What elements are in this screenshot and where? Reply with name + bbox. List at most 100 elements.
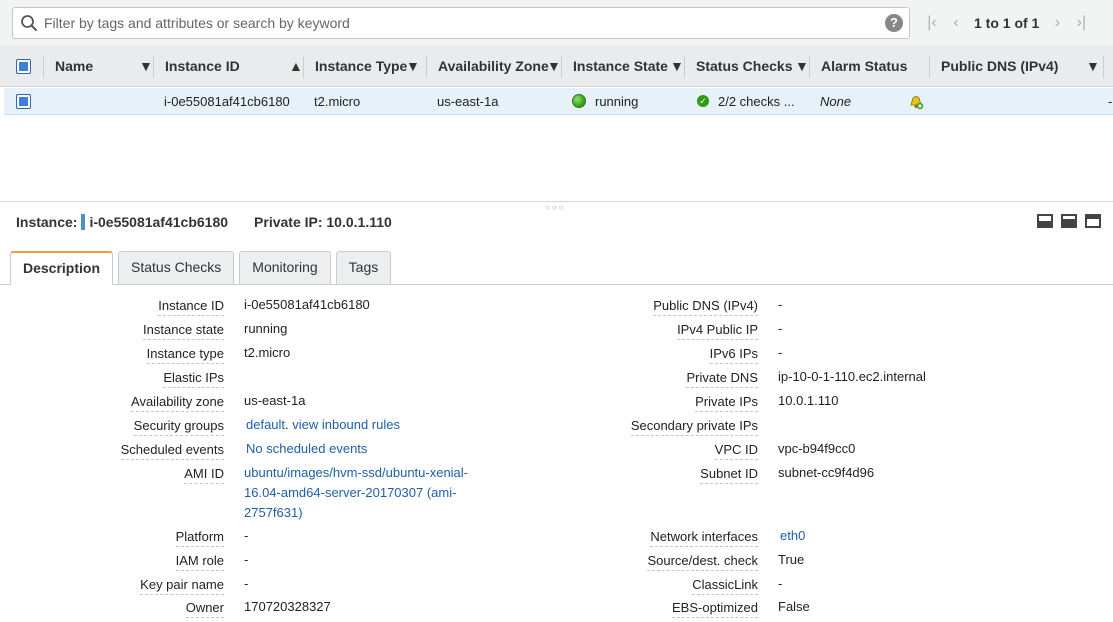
table-header: Name ▼ Instance ID ▲ Instance Type ▼ Ava… xyxy=(0,46,1113,87)
label-ipv6-ips: IPv6 IPs xyxy=(558,346,758,364)
value-platform: - xyxy=(244,528,249,543)
instance-label: Instance: xyxy=(16,214,78,230)
value-classiclink: - xyxy=(778,576,783,591)
view-mode-toggle xyxy=(1037,214,1101,228)
label-elastic-ips: Elastic IPs xyxy=(24,370,224,388)
view-inbound-rules-link[interactable]: view inbound rules xyxy=(292,417,400,432)
label-availability-zone: Availability zone xyxy=(24,394,224,412)
search-input[interactable] xyxy=(44,11,884,35)
column-header-availability-zone[interactable]: Availability Zone xyxy=(438,46,549,87)
pagination: |‹ ‹ 1 to 1 of 1 › ›| xyxy=(920,13,1093,33)
value-private-dns: ip-10-0-1-110.ec2.internal xyxy=(778,369,926,384)
tab-divider xyxy=(0,284,1113,285)
sort-down-icon[interactable]: ▼ xyxy=(1086,46,1100,87)
value-key-pair-name: - xyxy=(244,576,249,591)
column-separator xyxy=(303,56,304,78)
network-interface-link[interactable]: eth0 xyxy=(780,526,805,546)
label-key-pair-name: Key pair name xyxy=(24,577,224,595)
label-subnet-id: Subnet ID xyxy=(558,466,758,484)
value-owner: 170720328327 xyxy=(244,599,331,614)
help-icon[interactable]: ? xyxy=(885,14,903,32)
sort-down-icon[interactable]: ▼ xyxy=(547,46,561,87)
cell-instance-type: t2.micro xyxy=(314,94,361,109)
bottom-pane-icon[interactable] xyxy=(1037,214,1053,228)
value-availability-zone: us-east-1a xyxy=(244,393,306,408)
label-instance-id: Instance ID xyxy=(24,298,224,316)
label-private-ips: Private IPs xyxy=(558,394,758,412)
value-private-ips: 10.0.1.110 xyxy=(778,393,839,408)
column-separator xyxy=(809,56,810,78)
column-header-alarm-status[interactable]: Alarm Status xyxy=(821,46,907,87)
tab-monitoring[interactable]: Monitoring xyxy=(239,251,331,284)
tab-tags[interactable]: Tags xyxy=(335,251,392,284)
cell-alarm-status: None xyxy=(820,94,852,109)
value-ipv6-ips: - xyxy=(778,345,783,360)
column-separator xyxy=(561,56,562,78)
add-alarm-icon[interactable] xyxy=(908,94,924,110)
column-header-instance-id[interactable]: Instance ID xyxy=(165,46,240,87)
first-page-icon[interactable]: |‹ xyxy=(920,13,944,33)
label-platform: Platform xyxy=(24,529,224,547)
label-security-groups: Security groups xyxy=(24,418,224,436)
label-owner: Owner xyxy=(24,600,224,618)
last-page-icon[interactable]: ›| xyxy=(1069,13,1093,33)
search-icon xyxy=(21,15,37,31)
value-source-dest-check: True xyxy=(778,552,805,567)
value-public-dns: - xyxy=(778,297,783,312)
detail-tabs: Description Status Checks Monitoring Tag… xyxy=(10,251,396,285)
value-iam-role: - xyxy=(244,552,249,567)
label-source-dest-check: Source/dest. check xyxy=(558,553,758,571)
sort-down-icon[interactable]: ▼ xyxy=(795,46,809,87)
pager-text: 1 to 1 of 1 xyxy=(974,15,1040,31)
column-header-name[interactable]: Name xyxy=(55,46,93,87)
cell-instance-state: running xyxy=(595,94,639,109)
split-pane-icon[interactable] xyxy=(1061,214,1077,228)
label-ami-id: AMI ID xyxy=(24,466,224,484)
column-header-public-dns[interactable]: Public DNS (IPv4) xyxy=(941,46,1058,87)
column-separator xyxy=(153,56,154,78)
value-instance-type: t2.micro xyxy=(244,345,291,360)
label-network-interfaces: Network interfaces xyxy=(558,529,758,547)
pane-splitter[interactable] xyxy=(0,201,1113,202)
label-ebs-optimized: EBS-optimized xyxy=(558,600,758,618)
sort-up-icon[interactable]: ▲ xyxy=(289,46,303,87)
label-vpc-id: VPC ID xyxy=(558,442,758,460)
column-separator xyxy=(684,56,685,78)
table-row[interactable]: i-0e55081af41cb6180 t2.micro us-east-1a … xyxy=(4,88,1113,115)
ami-id-link[interactable]: ubuntu/images/hvm-ssd/ubuntu-xenial-16.0… xyxy=(244,463,494,523)
label-classiclink: ClassicLink xyxy=(558,577,758,595)
security-group-link[interactable]: default xyxy=(246,417,285,432)
top-pane-icon[interactable] xyxy=(1085,214,1101,228)
running-status-icon xyxy=(572,94,586,108)
detail-title: Instance: i-0e55081af41cb6180 Private IP: … xyxy=(16,213,392,231)
column-separator xyxy=(426,56,427,78)
selection-marker xyxy=(81,214,86,230)
sort-down-icon[interactable]: ▼ xyxy=(406,46,420,87)
label-instance-type: Instance type xyxy=(24,346,224,364)
column-separator xyxy=(43,56,44,78)
check-passed-icon: ✓ xyxy=(697,95,709,107)
cell-status-checks[interactable]: 2/2 checks ... xyxy=(718,88,808,115)
search-box[interactable]: ? xyxy=(12,7,910,39)
label-private-dns: Private DNS xyxy=(558,370,758,388)
value-ipv4-public-ip: - xyxy=(778,321,783,336)
label-instance-state: Instance state xyxy=(24,322,224,340)
column-header-instance-state[interactable]: Instance State xyxy=(573,46,668,87)
column-header-instance-type[interactable]: Instance Type xyxy=(315,46,407,87)
sort-down-icon[interactable]: ▼ xyxy=(139,46,153,87)
label-public-dns: Public DNS (IPv4) xyxy=(558,298,758,316)
tab-status-checks[interactable]: Status Checks xyxy=(118,251,235,284)
row-checkbox[interactable] xyxy=(16,94,31,109)
sort-down-icon[interactable]: ▼ xyxy=(670,46,684,87)
next-page-icon[interactable]: › xyxy=(1045,13,1069,33)
value-ebs-optimized: False xyxy=(778,599,810,614)
value-instance-id: i-0e55081af41cb6180 xyxy=(244,297,370,312)
prev-page-icon[interactable]: ‹ xyxy=(944,13,968,33)
scheduled-events-link[interactable]: No scheduled events xyxy=(246,439,367,459)
tab-description[interactable]: Description xyxy=(10,251,114,285)
column-header-status-checks[interactable]: Status Checks xyxy=(696,46,792,87)
value-security-groups: default. view inbound rules xyxy=(246,417,400,432)
resize-grip-icon[interactable]: ○○○ xyxy=(545,203,566,212)
value-subnet-id: subnet-cc9f4d96 xyxy=(778,465,875,480)
select-all-checkbox[interactable] xyxy=(16,59,31,74)
